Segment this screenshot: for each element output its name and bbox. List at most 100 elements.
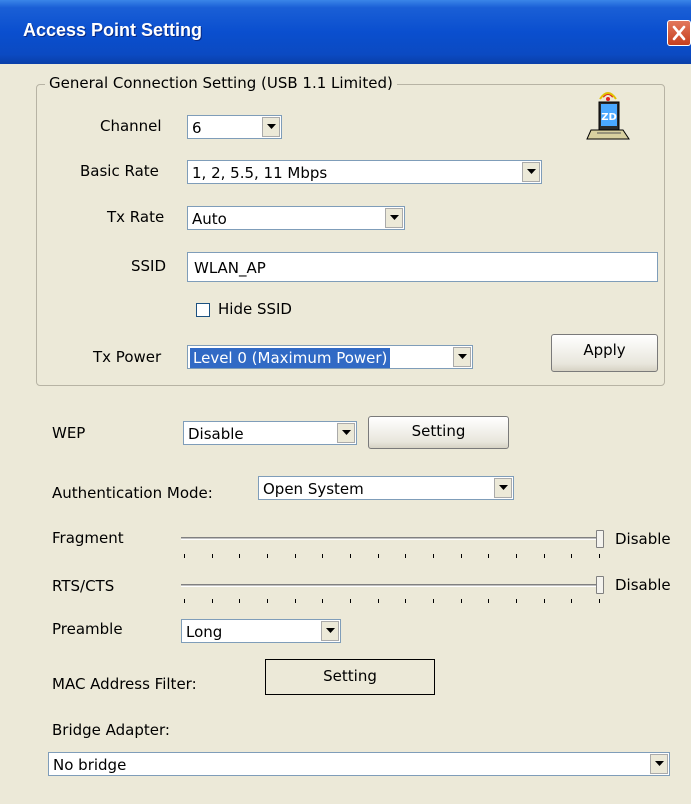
- slider-tick: [239, 599, 241, 603]
- slider-tick: [211, 599, 213, 603]
- bridge-adapter-label: Bridge Adapter:: [52, 721, 170, 739]
- basic-rate-value: 1, 2, 5.5, 11 Mbps: [192, 164, 328, 182]
- wep-label: WEP: [52, 424, 86, 442]
- svg-text:ZD: ZD: [601, 112, 617, 123]
- title-bar: Access Point Setting: [0, 0, 691, 64]
- slider-tick: [350, 599, 351, 603]
- slider-tick: [184, 599, 185, 603]
- auth-mode-select[interactable]: Open System: [258, 476, 514, 500]
- slider-tick: [516, 599, 517, 603]
- dialog-body: General Connection Setting (USB 1.1 Limi…: [0, 64, 691, 804]
- slider-tick: [460, 554, 462, 558]
- slider-tick: [267, 554, 268, 558]
- tx-power-value: Level 0 (Maximum Power): [190, 348, 391, 368]
- slider-tick: [322, 599, 324, 603]
- mac-filter-setting-button[interactable]: Setting: [265, 659, 435, 695]
- slider-tick: [294, 554, 296, 558]
- fragment-slider-thumb[interactable]: [596, 530, 604, 548]
- slider-tick: [350, 554, 351, 558]
- preamble-dropdown-button[interactable]: [321, 621, 339, 641]
- slider-tick: [571, 554, 573, 558]
- slider-tick: [571, 599, 573, 603]
- slider-tick: [239, 554, 241, 558]
- tx-rate-label: Tx Rate: [107, 208, 165, 226]
- channel-value: 6: [192, 119, 202, 137]
- tx-power-dropdown-button[interactable]: [453, 347, 471, 367]
- preamble-select[interactable]: Long: [181, 619, 341, 643]
- slider-tick: [516, 554, 517, 558]
- basic-rate-dropdown-button[interactable]: [522, 162, 540, 182]
- slider-tick: [184, 554, 185, 558]
- chevron-down-icon: [267, 124, 276, 129]
- bridge-adapter-select[interactable]: No bridge: [48, 752, 670, 776]
- auth-mode-value: Open System: [263, 480, 364, 498]
- rts-cts-slider-ticks: [184, 599, 600, 603]
- wireless-router-icon: ZD: [581, 89, 633, 149]
- chevron-down-icon: [499, 485, 508, 490]
- preamble-label: Preamble: [52, 620, 123, 638]
- apply-button-label: Apply: [583, 341, 626, 359]
- slider-tick: [543, 599, 545, 603]
- general-connection-legend: General Connection Setting (USB 1.1 Limi…: [45, 74, 397, 92]
- rts-cts-slider-thumb[interactable]: [596, 576, 604, 594]
- preamble-value: Long: [186, 623, 223, 641]
- wep-select[interactable]: Disable: [183, 421, 357, 445]
- fragment-label: Fragment: [52, 529, 124, 547]
- slider-tick: [267, 599, 268, 603]
- basic-rate-select[interactable]: 1, 2, 5.5, 11 Mbps: [187, 160, 542, 184]
- tx-rate-dropdown-button[interactable]: [385, 208, 403, 228]
- fragment-slider-ticks: [184, 554, 600, 558]
- slider-tick: [488, 599, 490, 603]
- mac-filter-setting-label: Setting: [323, 667, 377, 685]
- basic-rate-label: Basic Rate: [80, 162, 159, 180]
- channel-select[interactable]: 6: [187, 115, 282, 139]
- tx-power-select[interactable]: Level 0 (Maximum Power): [187, 345, 473, 369]
- rts-cts-slider-track[interactable]: [181, 584, 600, 587]
- slider-tick: [322, 554, 324, 558]
- hide-ssid-checkbox[interactable]: [196, 303, 210, 317]
- chevron-down-icon: [390, 215, 399, 220]
- chevron-down-icon: [326, 628, 335, 633]
- ssid-field[interactable]: [187, 252, 658, 282]
- chevron-down-icon: [527, 169, 536, 174]
- slider-tick: [211, 554, 213, 558]
- slider-tick: [543, 554, 545, 558]
- slider-tick: [405, 554, 407, 558]
- window-title: Access Point Setting: [23, 20, 203, 40]
- chevron-down-icon: [655, 761, 664, 766]
- slider-tick: [294, 599, 296, 603]
- slider-tick: [599, 554, 600, 558]
- tx-rate-value: Auto: [192, 210, 227, 228]
- chevron-down-icon: [458, 354, 467, 359]
- close-button[interactable]: [667, 20, 691, 46]
- wep-setting-label: Setting: [411, 422, 466, 440]
- bridge-adapter-value: No bridge: [53, 756, 127, 774]
- hide-ssid-label: Hide SSID: [218, 300, 292, 318]
- ssid-label: SSID: [131, 257, 167, 275]
- fragment-value-label: Disable: [615, 530, 671, 548]
- slider-tick: [599, 599, 600, 603]
- tx-rate-select[interactable]: Auto: [187, 206, 405, 230]
- channel-dropdown-button[interactable]: [262, 117, 280, 137]
- slider-tick: [377, 599, 379, 603]
- slider-tick: [405, 599, 407, 603]
- rts-cts-value-label: Disable: [615, 576, 671, 594]
- slider-tick: [460, 599, 462, 603]
- auth-mode-dropdown-button[interactable]: [494, 478, 512, 498]
- close-icon: [672, 25, 686, 41]
- rts-cts-label: RTS/CTS: [52, 577, 115, 595]
- slider-tick: [488, 554, 490, 558]
- mac-filter-label: MAC Address Filter:: [52, 675, 197, 693]
- apply-button[interactable]: Apply: [551, 334, 658, 372]
- fragment-slider-track[interactable]: [181, 537, 600, 540]
- slider-tick: [433, 599, 434, 603]
- wep-value: Disable: [188, 425, 244, 443]
- wep-dropdown-button[interactable]: [337, 423, 355, 443]
- slider-tick: [377, 554, 379, 558]
- tx-power-label: Tx Power: [93, 348, 162, 366]
- channel-label: Channel: [100, 117, 162, 135]
- wep-setting-button[interactable]: Setting: [368, 416, 509, 449]
- ssid-input[interactable]: [192, 258, 619, 278]
- bridge-adapter-dropdown-button[interactable]: [650, 754, 668, 774]
- chevron-down-icon: [342, 430, 351, 435]
